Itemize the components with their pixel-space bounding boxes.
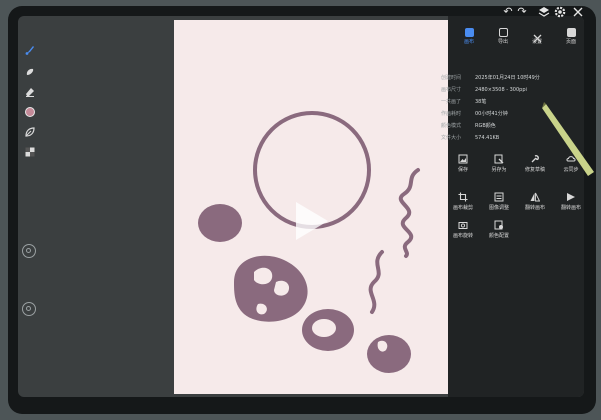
squiggle-lower bbox=[368, 250, 384, 314]
camera-icon bbox=[458, 220, 468, 230]
close-icon[interactable] bbox=[572, 6, 584, 18]
redo-icon[interactable]: ↷ bbox=[516, 6, 528, 18]
action-label: 颜色配置 bbox=[488, 233, 509, 239]
brush-icon[interactable] bbox=[24, 44, 36, 56]
side-button-lower[interactable] bbox=[22, 302, 36, 316]
info-value: RGB颜色 bbox=[475, 123, 496, 129]
info-key: 文件大小 bbox=[441, 135, 462, 141]
action-label: 另存为 bbox=[491, 167, 507, 173]
undo-icon[interactable]: ↶ bbox=[502, 6, 514, 18]
save-as-button[interactable]: 另存为 bbox=[484, 154, 514, 182]
tab-label: 设置 bbox=[531, 39, 542, 45]
image-icon bbox=[458, 154, 468, 164]
color-swatch[interactable] bbox=[24, 106, 36, 118]
info-value: 38笔 bbox=[475, 99, 487, 105]
top-toolbar: ↶ ↷ bbox=[480, 2, 583, 22]
blob-left bbox=[198, 204, 242, 242]
wrench-icon bbox=[530, 154, 540, 164]
action-label: 画布旋转 bbox=[452, 233, 473, 239]
left-toolbar bbox=[18, 44, 42, 194]
panel-tabs: 画布 导出 设置 页面 bbox=[442, 26, 576, 66]
info-key: 创建时间 bbox=[441, 75, 462, 81]
info-value: 2025年01月24日 10时49分 bbox=[475, 75, 540, 81]
video-play-overlay bbox=[280, 192, 338, 250]
tab-settings[interactable]: 设置 bbox=[522, 26, 552, 45]
eraser-icon[interactable] bbox=[24, 86, 36, 98]
settings-icon bbox=[533, 28, 542, 43]
save-as-icon bbox=[494, 154, 504, 164]
action-label: 画布裁剪 bbox=[452, 205, 473, 211]
color-profile-button[interactable]: 颜色配置 bbox=[484, 220, 514, 248]
color-profile-icon bbox=[494, 220, 504, 230]
tab-label: 导出 bbox=[497, 39, 508, 45]
info-value: 574.41KB bbox=[475, 135, 500, 141]
action-label: 图像调整 bbox=[488, 205, 509, 211]
info-key: 作画耗时 bbox=[441, 111, 462, 117]
leaf-brush-icon[interactable] bbox=[24, 126, 36, 138]
info-key: 画布尺寸 bbox=[441, 87, 462, 93]
squiggle-upper bbox=[398, 168, 420, 258]
save-button[interactable]: 保存 bbox=[448, 154, 478, 182]
canvas-icon bbox=[464, 28, 474, 37]
image-adjust-button[interactable]: 图像调整 bbox=[484, 192, 514, 220]
flip-vertical-icon bbox=[566, 192, 576, 202]
tab-canvas[interactable]: 画布 bbox=[454, 26, 484, 45]
adjust-icon bbox=[494, 192, 504, 202]
info-row: 创建时间 2025年01月24日 10时49分 bbox=[441, 74, 565, 82]
layers-icon[interactable] bbox=[538, 6, 550, 18]
crop-canvas-button[interactable]: 画布裁剪 bbox=[448, 192, 478, 220]
blob-large bbox=[234, 255, 308, 322]
side-button-upper[interactable] bbox=[22, 244, 36, 258]
flip-canvas-horizontal-button[interactable]: 翻转画布 bbox=[520, 192, 550, 220]
layers-thumb-icon[interactable] bbox=[24, 146, 36, 158]
action-label: 保存 bbox=[457, 167, 468, 173]
info-value: 2480×3508 - 300ppi bbox=[475, 87, 527, 93]
export-icon bbox=[498, 28, 508, 37]
info-key: 一共画了 bbox=[441, 99, 462, 105]
crop-icon bbox=[458, 192, 468, 202]
smudge-icon[interactable] bbox=[24, 66, 36, 78]
action-label: 翻转画布 bbox=[524, 205, 545, 211]
flip-canvas-vertical-button[interactable]: 翻转画布 bbox=[556, 192, 586, 220]
tab-export[interactable]: 导出 bbox=[488, 26, 518, 45]
info-row: 画布尺寸 2480×3508 - 300ppi bbox=[441, 86, 565, 94]
info-key: 颜色模式 bbox=[441, 123, 462, 129]
info-value: 00小时41分钟 bbox=[475, 111, 508, 117]
page-icon bbox=[566, 28, 576, 37]
gear-icon[interactable] bbox=[554, 6, 566, 18]
tab-label: 画布 bbox=[463, 39, 474, 45]
action-label: 翻转画布 bbox=[560, 205, 581, 211]
flip-horizontal-icon bbox=[530, 192, 540, 202]
rotate-canvas-button[interactable]: 画布旋转 bbox=[448, 220, 478, 248]
tab-page[interactable]: 页面 bbox=[556, 26, 586, 45]
blob-right bbox=[367, 335, 411, 373]
tab-label: 页面 bbox=[565, 39, 576, 45]
stylus-pen bbox=[540, 100, 600, 180]
